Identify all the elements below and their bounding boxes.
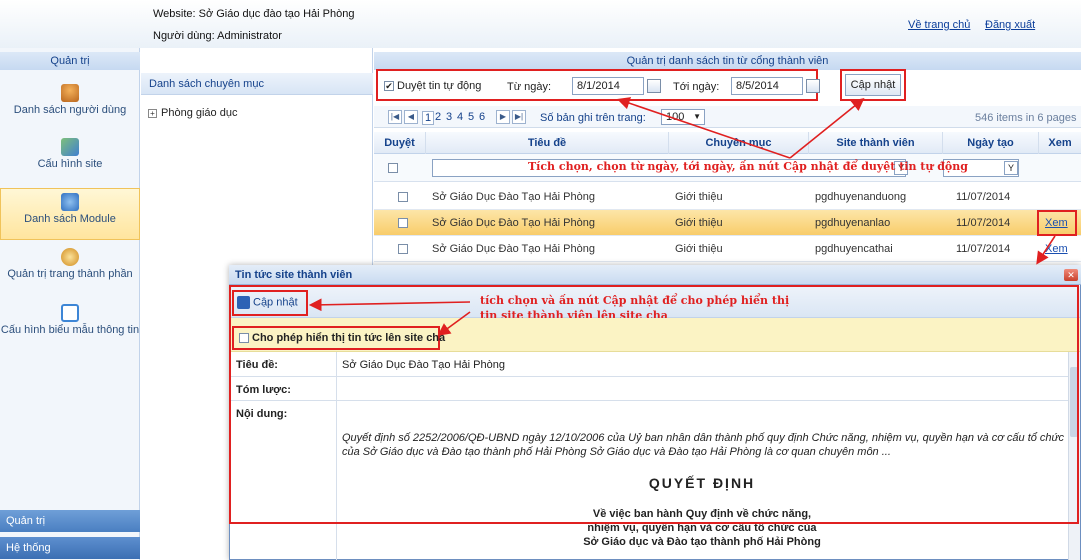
annotation-box-view (1037, 210, 1077, 236)
row-date: 11/07/2014 (956, 217, 1011, 229)
sidebar-item-label: Cấu hình site (37, 158, 103, 170)
page-size-value: 100 (666, 111, 685, 123)
table-row[interactable]: Sở Giáo Dục Đào Tạo Hải Phòng Giới thiệu… (374, 210, 1081, 236)
auto-approve-label: Duyệt tin tự động (397, 80, 482, 92)
last-page-icon[interactable]: ▶| (512, 110, 526, 124)
sidebar-item-components[interactable]: Quản trị trang thành phần (0, 244, 140, 296)
logout-link[interactable]: Đăng xuất (985, 19, 1035, 31)
row-title: Sở Giáo Dục Đào Tạo Hải Phòng (432, 217, 595, 229)
page-link-4[interactable]: 4 (457, 111, 463, 123)
page-size-select[interactable]: 100 ▼ (661, 109, 705, 125)
view-link[interactable]: Xem (1045, 236, 1075, 262)
sidebar-section-system[interactable]: Hệ thống (0, 537, 140, 559)
page-link-1[interactable]: 1 (422, 111, 435, 125)
sidebar-item-users[interactable]: Danh sách người dùng (0, 80, 140, 132)
row-category: Giới thiệu (675, 243, 723, 255)
sidebar-item-modules[interactable]: Danh sách Module (0, 188, 140, 240)
from-date-input[interactable]: 8/1/2014 (572, 77, 644, 95)
from-date-label: Từ ngày: (507, 81, 552, 93)
col-date[interactable]: Ngày tạo (943, 132, 1039, 154)
annotation-box-dialog (229, 285, 1079, 524)
page-link-5[interactable]: 5 (468, 111, 474, 123)
page-link-3[interactable]: 3 (446, 111, 452, 123)
dialog-title: Tin tức site thành viên (229, 265, 1081, 285)
sidebar-item-label: Danh sách Module (24, 213, 116, 225)
close-icon[interactable]: ✕ (1064, 269, 1078, 281)
row-site: pgdhuyenanduong (815, 191, 907, 203)
grid-header: Duyệt Tiêu đề Chuyên mục Site thành viên… (374, 132, 1081, 154)
page-size-label: Số bản ghi trên trang: (540, 112, 646, 124)
calendar-icon[interactable] (647, 79, 661, 93)
row-checkbox[interactable] (398, 192, 408, 202)
current-user: Người dùng: Administrator (153, 30, 282, 42)
row-date: 11/07/2014 (956, 191, 1011, 203)
site-config-icon (61, 138, 79, 156)
sidebar-item-label: Danh sách người dùng (13, 104, 127, 116)
main-title: Quản trị danh sách tin từ cổng thành viê… (374, 52, 1081, 70)
table-row[interactable]: Sở Giáo Dục Đào Tạo Hải Phòng Giới thiệu… (374, 184, 1081, 210)
sidebar-item-site-config[interactable]: Cấu hình site (0, 134, 140, 186)
page-link-2[interactable]: 2 (435, 111, 441, 123)
users-icon (61, 84, 79, 102)
tree-node[interactable]: + Phòng giáo dục (148, 107, 237, 119)
content-line-3: Sở Giáo dục và Đào tạo thành phố Hải Phò… (583, 536, 821, 548)
table-row[interactable]: Sở Giáo Dục Đào Tạo Hải Phòng Giới thiệu… (374, 236, 1081, 262)
next-page-icon[interactable]: ▶ (496, 110, 510, 124)
pager-summary: 546 items in 6 pages (975, 112, 1077, 124)
row-site: pgdhuyencathai (815, 243, 893, 255)
col-site[interactable]: Site thành viên (809, 132, 943, 154)
row-date: 11/07/2014 (956, 243, 1011, 255)
row-category: Giới thiệu (675, 191, 723, 203)
col-view[interactable]: Xem (1039, 132, 1081, 154)
col-title[interactable]: Tiêu đề (426, 132, 669, 154)
chevron-down-icon: ▼ (693, 112, 701, 121)
to-date-input[interactable]: 8/5/2014 (731, 77, 803, 95)
expand-icon[interactable]: + (148, 109, 157, 118)
sidebar-section-admin[interactable]: Quản trị (0, 510, 140, 532)
disk-icon (61, 248, 79, 266)
sidebar-item-form-config[interactable]: Cấu hình biểu mẫu thông tin (0, 300, 140, 352)
sidebar-title: Quản trị (0, 52, 140, 70)
module-icon (61, 193, 79, 211)
update-button[interactable]: Cập nhật (845, 74, 901, 96)
tree-node-label: Phòng giáo dục (161, 107, 238, 119)
auto-approve-checkbox[interactable]: ✔ Duyệt tin tự động (384, 80, 481, 92)
page-link-6[interactable]: 6 (479, 111, 485, 123)
prev-page-icon[interactable]: ◀ (404, 110, 418, 124)
filter-icon[interactable]: Y (1004, 161, 1018, 175)
row-checkbox[interactable] (398, 244, 408, 254)
home-link[interactable]: Về trang chủ (908, 19, 970, 31)
col-approve[interactable]: Duyệt (374, 132, 426, 154)
annotation-auto-approve: Tích chọn, chọn từ ngày, tới ngày, ấn nú… (528, 160, 968, 173)
category-panel-title: Danh sách chuyên mục (141, 73, 373, 95)
check-icon: ✔ (384, 81, 394, 92)
sidebar-item-label: Quản trị trang thành phần (7, 268, 133, 280)
calendar-icon[interactable] (806, 79, 820, 93)
first-page-icon[interactable]: |◀ (388, 110, 402, 124)
row-site: pgdhuyenanlao (815, 217, 891, 229)
row-checkbox[interactable] (398, 218, 408, 228)
row-title: Sở Giáo Dục Đào Tạo Hải Phòng (432, 191, 595, 203)
row-category: Giới thiệu (675, 217, 723, 229)
website-name: Website: Sở Giáo dục đào tạo Hải Phòng (153, 8, 355, 20)
select-all-checkbox[interactable] (388, 163, 398, 173)
sidebar-item-label: Cấu hình biểu mẫu thông tin (0, 324, 140, 336)
to-date-label: Tới ngày: (673, 81, 720, 93)
row-title: Sở Giáo Dục Đào Tạo Hải Phòng (432, 243, 595, 255)
form-icon (61, 304, 79, 322)
col-category[interactable]: Chuyên mục (669, 132, 809, 154)
